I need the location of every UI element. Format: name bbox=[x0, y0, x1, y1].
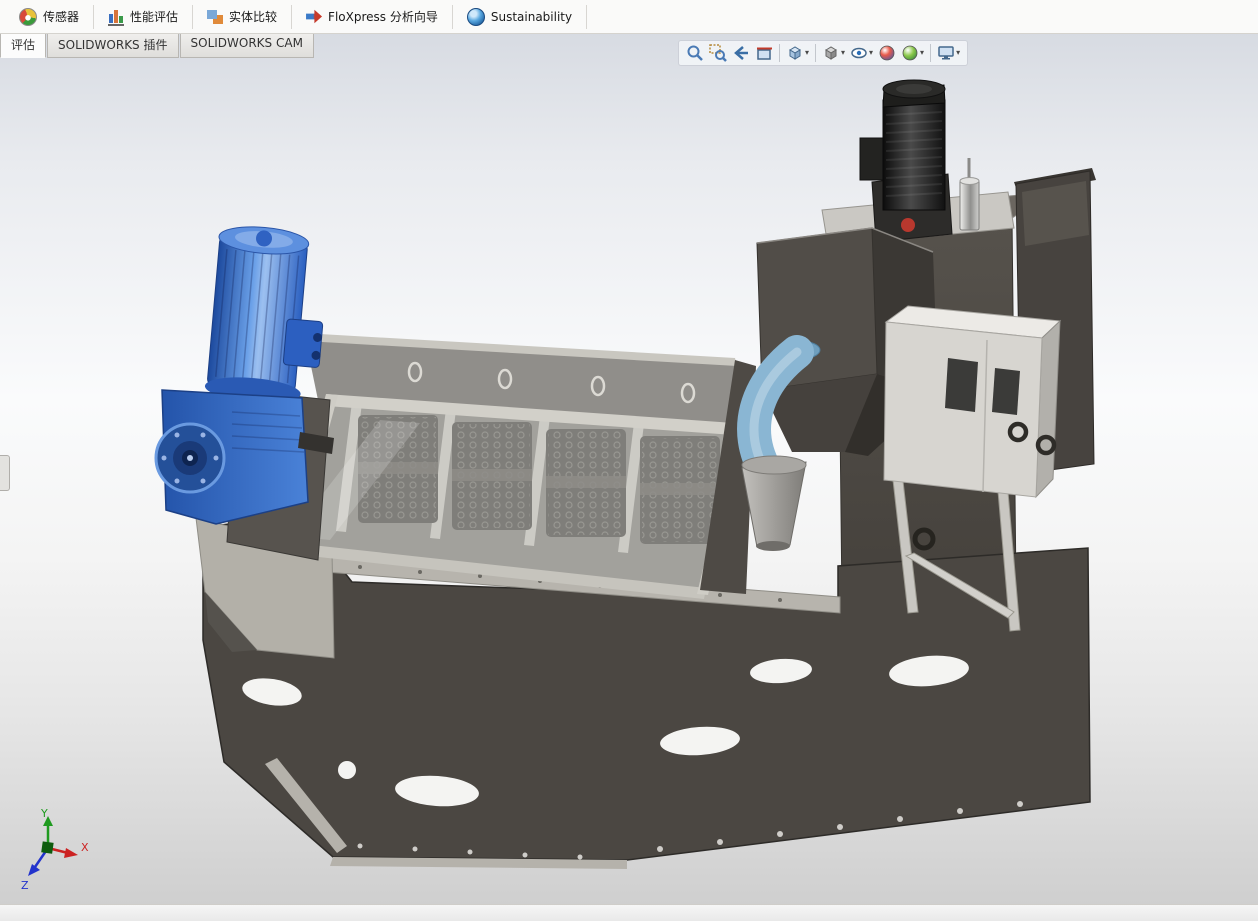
hud-separator bbox=[815, 44, 817, 62]
ribbon-button-floxpress[interactable]: FloXpress 分析向导 bbox=[297, 4, 447, 29]
ribbon-separator bbox=[192, 4, 194, 29]
edit-appearance-button[interactable] bbox=[876, 43, 898, 63]
ribbon-button-label: Sustainability bbox=[490, 9, 573, 24]
model-drive-motor[interactable] bbox=[204, 223, 331, 407]
heads-up-toolbar: ▾ ▾ ▾ ▾ ▾ bbox=[678, 40, 969, 66]
dropdown-caret-icon: ▾ bbox=[956, 48, 961, 57]
previous-view-button[interactable] bbox=[730, 43, 752, 63]
triad-z-label: Z bbox=[21, 879, 29, 892]
dropdown-caret-icon: ▾ bbox=[920, 48, 925, 57]
triad-x-label: X bbox=[81, 841, 89, 854]
ribbon-button-label: 传感器 bbox=[43, 10, 80, 24]
ribbon-separator bbox=[291, 4, 293, 29]
command-ribbon: 传感器 性能评估 实体比较 FloXpress 分析向导 Sustainabil… bbox=[0, 0, 1258, 34]
model-discharge-cone[interactable] bbox=[741, 455, 807, 551]
zoom-to-fit-icon bbox=[687, 45, 703, 61]
ribbon-separator bbox=[93, 4, 95, 29]
zoom-to-fit-button[interactable] bbox=[684, 43, 706, 63]
status-bar bbox=[0, 904, 1258, 921]
ribbon-separator bbox=[451, 4, 453, 29]
section-view-icon bbox=[757, 47, 772, 60]
ribbon-button-label: 性能评估 bbox=[130, 10, 179, 24]
ribbon-button-label: FloXpress 分析向导 bbox=[328, 10, 438, 24]
model-dosing-cylinder[interactable] bbox=[959, 158, 980, 231]
hide-show-items-icon bbox=[851, 47, 867, 59]
graphics-area[interactable]: Y X Z bbox=[0, 33, 1258, 905]
view-orientation-button[interactable]: ▾ bbox=[784, 43, 811, 63]
ribbon-button-sensors[interactable]: 传感器 bbox=[10, 4, 88, 30]
compare-bodies-icon bbox=[207, 8, 224, 25]
zoom-to-area-icon bbox=[709, 44, 727, 62]
coordinate-triad: Y X Z bbox=[21, 807, 89, 892]
feature-panel-flyout-tab[interactable] bbox=[0, 455, 10, 491]
solidworks-window: Y X Z 传感器 性能评估 实体比较 FloXpress 分析向导 Susta… bbox=[0, 0, 1258, 921]
apply-scene-button[interactable]: ▾ bbox=[899, 43, 926, 63]
sustainability-globe-icon bbox=[466, 7, 485, 26]
view-orientation-icon bbox=[789, 46, 801, 60]
sensor-gauge-icon bbox=[19, 7, 37, 26]
tab-evaluate[interactable]: 评估 bbox=[0, 33, 47, 58]
section-view-button[interactable] bbox=[753, 43, 775, 63]
zoom-to-area-button[interactable] bbox=[707, 43, 729, 63]
previous-view-icon bbox=[734, 46, 748, 60]
ribbon-button-sustainability[interactable]: Sustainability bbox=[458, 4, 581, 30]
hud-separator bbox=[930, 44, 932, 62]
model-canvas[interactable]: Y X Z bbox=[0, 33, 1258, 905]
ribbon-button-compare-bodies[interactable]: 实体比较 bbox=[198, 4, 286, 29]
dropdown-caret-icon: ▾ bbox=[841, 48, 846, 57]
floxpress-wizard-icon bbox=[306, 9, 323, 24]
ribbon-button-performance-evaluation[interactable]: 性能评估 bbox=[99, 4, 187, 30]
tab-solidworks-cam[interactable]: SOLIDWORKS CAM bbox=[179, 33, 314, 58]
display-style-button[interactable]: ▾ bbox=[820, 43, 847, 63]
view-settings-button[interactable]: ▾ bbox=[935, 43, 962, 63]
hud-separator bbox=[779, 44, 780, 62]
display-style-icon bbox=[825, 46, 837, 60]
performance-evaluation-icon bbox=[108, 7, 125, 26]
apply-scene-icon bbox=[902, 45, 918, 61]
dropdown-caret-icon: ▾ bbox=[869, 48, 874, 57]
commandmanager-tabs: 评估 SOLIDWORKS 插件 SOLIDWORKS CAM bbox=[0, 33, 315, 58]
dropdown-caret-icon: ▾ bbox=[805, 48, 810, 57]
ribbon-separator bbox=[586, 4, 588, 29]
view-settings-icon bbox=[938, 46, 954, 60]
ribbon-button-label: 实体比较 bbox=[229, 10, 278, 24]
triad-y-label: Y bbox=[40, 807, 48, 820]
tab-solidworks-addins[interactable]: SOLIDWORKS 插件 bbox=[47, 33, 179, 58]
edit-appearance-icon bbox=[879, 45, 895, 61]
hide-show-items-button[interactable]: ▾ bbox=[848, 43, 875, 63]
